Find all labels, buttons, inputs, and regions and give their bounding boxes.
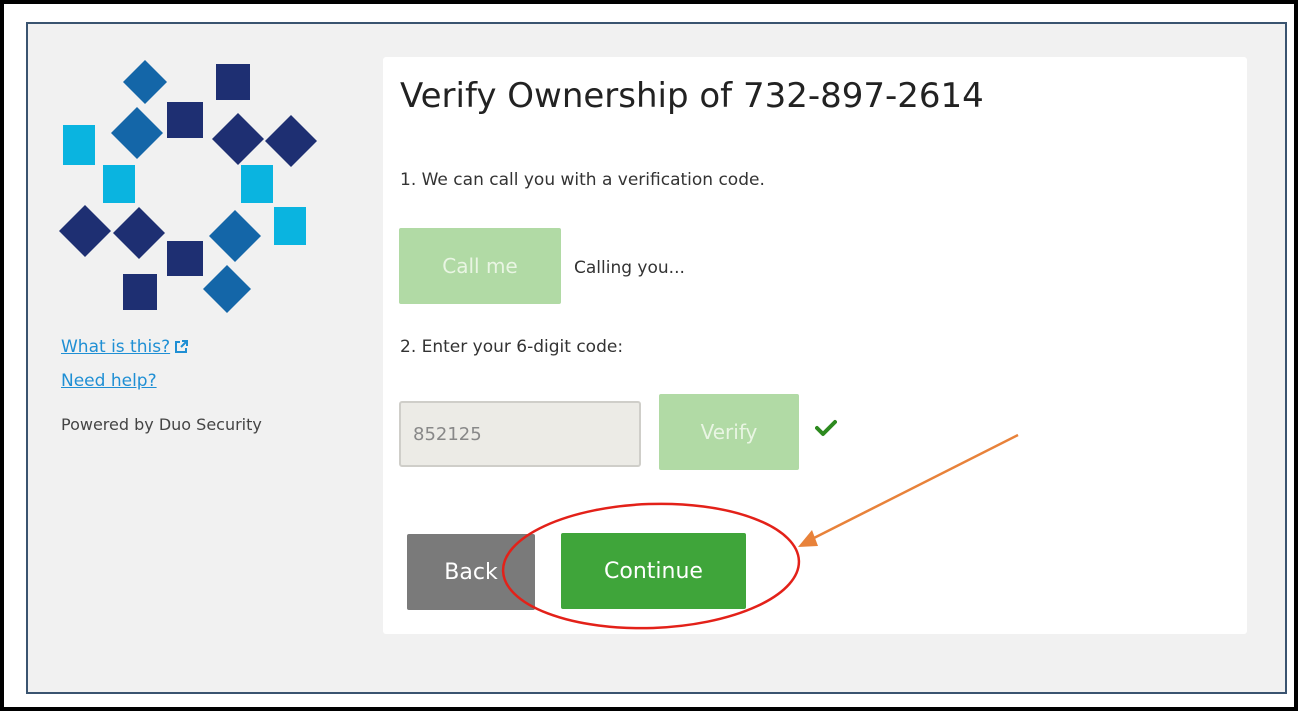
verify-ownership-card: Verify Ownership of 732-897-2614 1. We c… (383, 57, 1247, 634)
what-is-this-link[interactable]: What is this? (61, 336, 331, 358)
checkmark-icon (815, 420, 837, 436)
calling-status-text: Calling you... (574, 258, 685, 278)
verification-code-input[interactable] (399, 401, 641, 467)
need-help-link[interactable]: Need help? (61, 370, 331, 392)
call-me-button[interactable]: Call me (399, 228, 561, 304)
duo-logo-icon (59, 60, 317, 313)
powered-by-text: Powered by Duo Security (61, 415, 262, 434)
what-is-this-label: What is this? (61, 337, 171, 357)
verify-button[interactable]: Verify (659, 394, 799, 470)
continue-button[interactable]: Continue (561, 533, 746, 609)
step1-instruction: 1. We can call you with a verification c… (400, 170, 765, 190)
page-title: Verify Ownership of 732-897-2614 (400, 76, 984, 116)
sidebar-links: What is this? Need help? Powered by Duo … (61, 336, 331, 436)
step2-instruction: 2. Enter your 6-digit code: (400, 337, 624, 357)
external-link-icon (175, 340, 189, 353)
back-button[interactable]: Back (407, 534, 535, 610)
